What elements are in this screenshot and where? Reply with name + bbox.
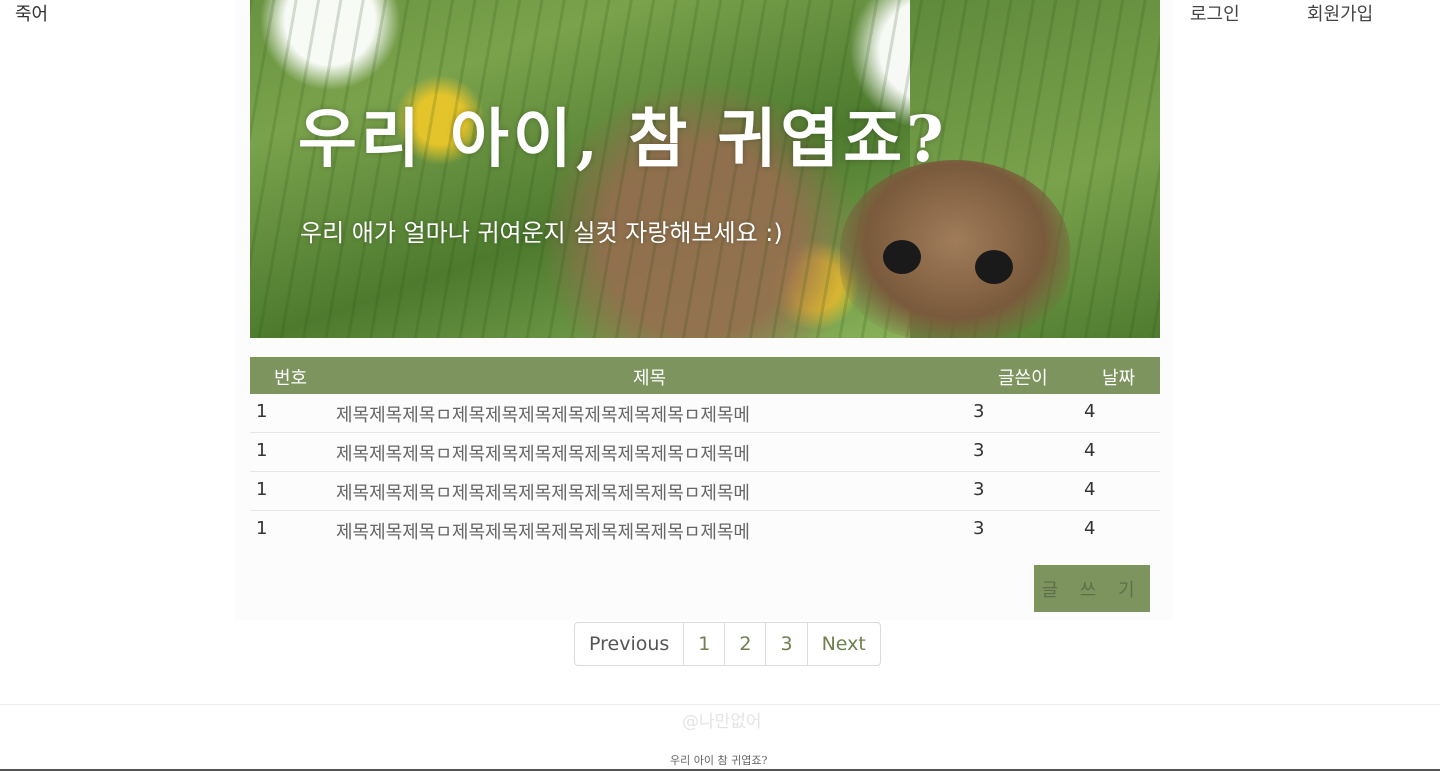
post-writer: 3 xyxy=(973,479,985,500)
next-page-button[interactable]: Next xyxy=(806,623,880,665)
post-title-link[interactable]: 제목제목제목ㅁ제목제목제목제목제목제목제목ㅁ제목메 xyxy=(336,479,750,505)
post-date: 4 xyxy=(1084,401,1096,422)
footer-logo: 우리 아이 참 귀엽죠? xyxy=(670,754,768,767)
post-number: 1 xyxy=(256,440,268,461)
pagination: Previous 1 2 3 Next xyxy=(574,622,881,666)
post-number: 1 xyxy=(256,479,268,500)
previous-page-button[interactable]: Previous xyxy=(575,623,683,665)
post-table: 번호 제목 글쓴이 날짜 1 제목제목제목ㅁ제목제목제목제목제목제목제목ㅁ제목메… xyxy=(250,357,1160,549)
table-header: 번호 제목 글쓴이 날짜 xyxy=(250,357,1160,394)
signup-link[interactable]: 회원가입 xyxy=(1307,0,1373,26)
hero-title: 우리 아이, 참 귀엽죠? xyxy=(298,102,948,177)
hero-subtitle: 우리 애가 얼마나 귀여운지 실컷 자랑해보세요 :) xyxy=(300,219,783,247)
post-writer: 3 xyxy=(973,401,985,422)
table-row[interactable]: 1 제목제목제목ㅁ제목제목제목제목제목제목제목ㅁ제목메 3 4 xyxy=(250,394,1160,433)
column-number: 번호 xyxy=(274,368,308,389)
post-writer: 3 xyxy=(973,518,985,539)
column-date: 날짜 xyxy=(1102,368,1136,389)
table-row[interactable]: 1 제목제목제목ㅁ제목제목제목제목제목제목제목ㅁ제목메 3 4 xyxy=(250,472,1160,511)
write-post-button[interactable]: 글 쓰 기 xyxy=(1034,565,1150,612)
post-writer: 3 xyxy=(973,440,985,461)
login-link[interactable]: 로그인 xyxy=(1190,0,1240,26)
kitten-eye-left xyxy=(883,240,921,274)
post-number: 1 xyxy=(256,401,268,422)
post-date: 4 xyxy=(1084,479,1096,500)
kitten-image xyxy=(840,160,1070,338)
kitten-eye-right xyxy=(975,250,1013,284)
column-title: 제목 xyxy=(633,368,667,389)
post-number: 1 xyxy=(256,518,268,539)
footer-copyright: @나만없어 xyxy=(682,712,762,732)
page-1-button[interactable]: 1 xyxy=(683,623,724,665)
post-date: 4 xyxy=(1084,440,1096,461)
hero-banner: 우리 아이, 참 귀엽죠? 우리 애가 얼마나 귀여운지 실컷 자랑해보세요 :… xyxy=(250,0,1160,338)
table-row[interactable]: 1 제목제목제목ㅁ제목제목제목제목제목제목제목ㅁ제목메 3 4 xyxy=(250,433,1160,472)
post-title-link[interactable]: 제목제목제목ㅁ제목제목제목제목제목제목제목ㅁ제목메 xyxy=(336,401,750,427)
column-writer: 글쓴이 xyxy=(998,368,1048,389)
table-row[interactable]: 1 제목제목제목ㅁ제목제목제목제목제목제목제목ㅁ제목메 3 4 xyxy=(250,511,1160,549)
site-logo[interactable]: 죽어 xyxy=(15,0,48,26)
post-title-link[interactable]: 제목제목제목ㅁ제목제목제목제목제목제목제목ㅁ제목메 xyxy=(336,440,750,466)
page-2-button[interactable]: 2 xyxy=(724,623,765,665)
footer-divider xyxy=(0,704,1440,705)
post-title-link[interactable]: 제목제목제목ㅁ제목제목제목제목제목제목제목ㅁ제목메 xyxy=(336,518,750,544)
page-3-button[interactable]: 3 xyxy=(765,623,806,665)
post-date: 4 xyxy=(1084,518,1096,539)
